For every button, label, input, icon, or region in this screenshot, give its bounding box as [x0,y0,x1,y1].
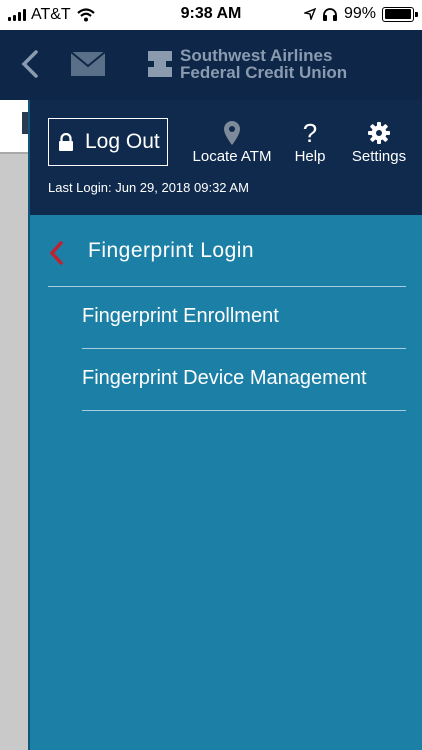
logo-line-1: Southwest Airlines [180,46,333,65]
background-content [0,100,30,750]
headphones-icon [322,8,337,21]
settings-label: Settings [351,148,407,165]
help-label: Help [294,148,326,165]
fingerprint-login-header[interactable]: Fingerprint Login [48,237,406,287]
logo-line-2: Federal Credit Union [180,63,348,82]
menu-item-label: Fingerprint Device Management [82,367,367,389]
chevron-left-icon [21,50,38,78]
menu-item-fingerprint-enrollment[interactable]: Fingerprint Enrollment [82,287,406,349]
battery-fill [384,9,412,19]
battery-percent: 99% [343,5,376,22]
lock-icon [59,133,73,151]
location-arrow-icon [303,8,316,20]
locate-atm-label: Locate ATM [192,148,272,165]
menu-top-bar: Log Out Locate ATM ? Help Settings Last … [30,100,422,215]
help-icon: ? [302,117,318,148]
logout-button[interactable]: Log Out [48,118,168,166]
locate-atm-button[interactable]: Locate ATM [188,118,276,165]
logo-mark-icon [148,51,172,77]
back-button[interactable] [14,46,46,82]
status-bar: AT&T 9:38 AM 99% [0,0,422,30]
side-menu: Log Out Locate ATM ? Help Settings Last … [28,100,422,750]
logout-label: Log Out [85,130,160,153]
settings-button[interactable]: Settings [346,118,412,165]
app-header: Southwest Airlines Federal Credit Union [0,30,422,100]
background-divider [0,152,30,154]
section-title: Fingerprint Login [88,239,255,262]
help-button[interactable]: ? Help [288,117,332,166]
last-login-text: Last Login: Jun 29, 2018 09:32 AM [48,180,249,195]
chevron-left-icon[interactable] [48,240,66,266]
status-right: 99% [303,5,418,23]
menu-item-fingerprint-device-management[interactable]: Fingerprint Device Management [82,349,406,411]
mail-button[interactable] [70,50,106,80]
mail-icon [70,51,106,76]
menu-item-label: Fingerprint Enrollment [82,305,279,327]
credit-union-logo: Southwest Airlines Federal Credit Union [144,47,347,81]
location-pin-icon [224,121,240,145]
gear-icon [368,122,390,144]
battery-icon [382,6,418,22]
